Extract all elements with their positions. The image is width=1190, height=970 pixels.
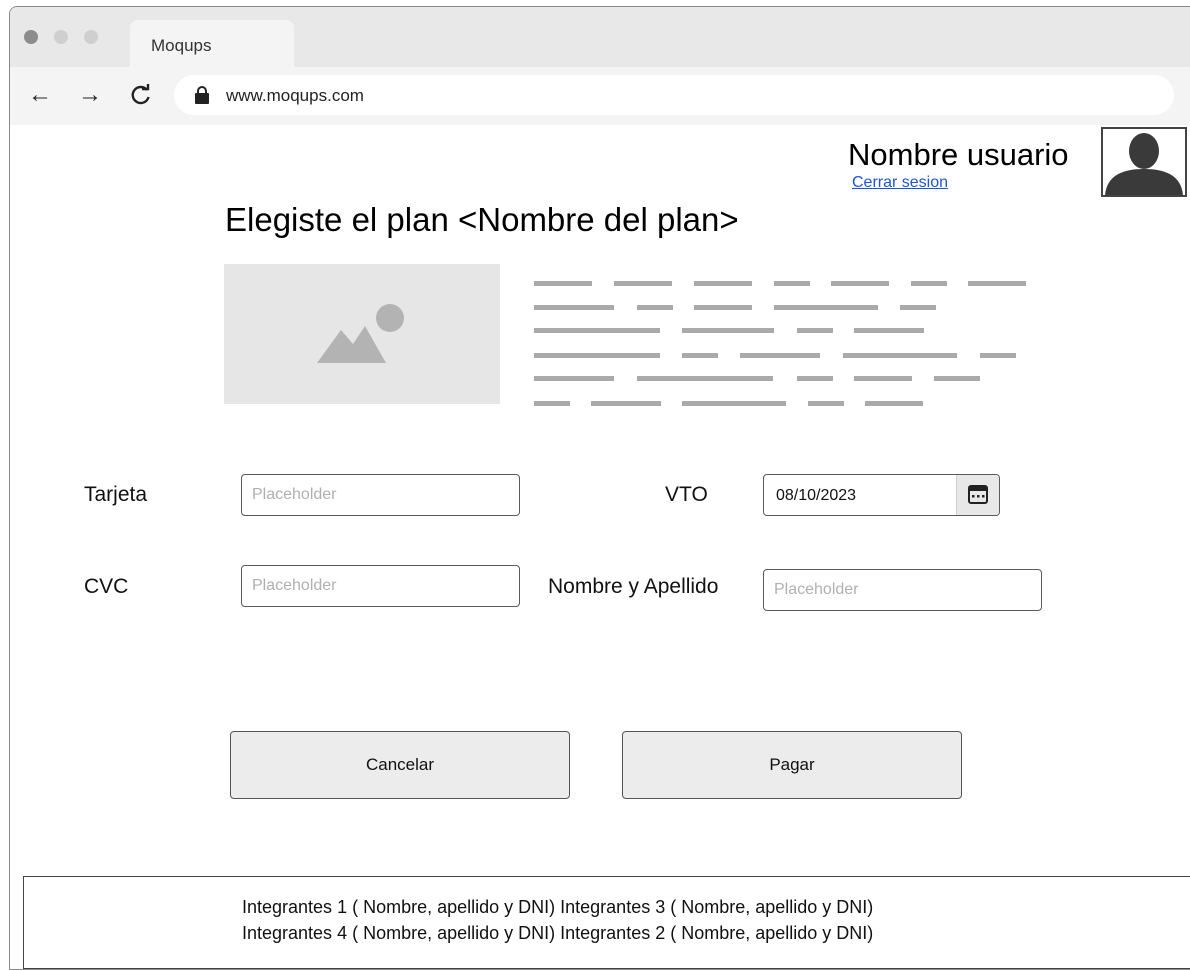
pay-button[interactable]: Pagar bbox=[622, 731, 962, 799]
browser-window: Moqups ← → www.moqups.com Nombre usuario… bbox=[9, 6, 1190, 970]
url-text: www.moqups.com bbox=[226, 86, 364, 105]
browser-navbar: ← → www.moqups.com bbox=[10, 67, 1190, 125]
username: Nombre usuario bbox=[848, 137, 1069, 172]
expiry-date-input[interactable]: 08/10/2023 bbox=[763, 474, 1000, 516]
image-placeholder-icon bbox=[224, 264, 500, 404]
plan-title: Elegiste el plan <Nombre del plan> bbox=[225, 201, 739, 238]
user-avatar-icon[interactable] bbox=[1101, 127, 1187, 197]
page-content: Nombre usuario Cerrar sesion Elegiste el… bbox=[10, 125, 1190, 969]
logout-link[interactable]: Cerrar sesion bbox=[852, 174, 948, 192]
expiry-label: VTO bbox=[665, 483, 708, 506]
browser-tab[interactable]: Moqups bbox=[130, 20, 294, 68]
name-label: Nombre y Apellido bbox=[548, 575, 719, 598]
lock-icon bbox=[195, 86, 209, 104]
cancel-button[interactable]: Cancelar bbox=[230, 731, 570, 799]
address-bar[interactable]: www.moqups.com bbox=[174, 75, 1174, 115]
name-input[interactable] bbox=[763, 569, 1042, 611]
cvc-input[interactable] bbox=[241, 565, 520, 607]
reload-icon[interactable] bbox=[130, 81, 152, 113]
footer: Integrantes 1 ( Nombre, apellido y DNI) … bbox=[23, 876, 1190, 969]
close-window-dot[interactable] bbox=[24, 30, 38, 44]
arrow-left-icon[interactable]: ← bbox=[28, 81, 52, 109]
footer-line-2: Integrantes 4 ( Nombre, apellido y DNI) … bbox=[242, 923, 874, 943]
minimize-window-dot[interactable] bbox=[54, 30, 68, 44]
browser-titlebar: Moqups bbox=[10, 7, 1190, 68]
footer-line-1: Integrantes 1 ( Nombre, apellido y DNI) … bbox=[242, 897, 874, 917]
arrow-right-icon[interactable]: → bbox=[78, 81, 102, 109]
expiry-date-value: 08/10/2023 bbox=[776, 487, 857, 504]
cvc-label: CVC bbox=[84, 575, 129, 598]
calendar-icon[interactable] bbox=[956, 475, 999, 515]
card-number-input[interactable] bbox=[241, 474, 520, 516]
card-label: Tarjeta bbox=[84, 483, 148, 506]
maximize-window-dot[interactable] bbox=[84, 30, 98, 44]
tab-title: Moqups bbox=[151, 36, 212, 55]
